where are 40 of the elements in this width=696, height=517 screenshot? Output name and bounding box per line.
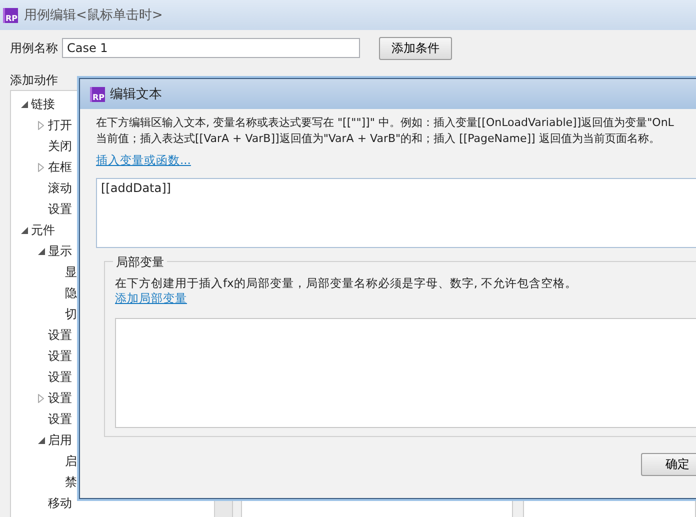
case-name-label: 用例名称 (10, 40, 58, 56)
tree-item[interactable]: 滚动 (48, 180, 72, 197)
tree-item[interactable]: 在框 (48, 159, 72, 176)
tree-item[interactable]: 设置 (48, 390, 72, 407)
tree-item[interactable]: 设置 (48, 201, 72, 218)
insert-variable-link[interactable]: 插入变量或函数... (96, 153, 191, 168)
expanded-arrow-icon[interactable] (20, 227, 28, 234)
expanded-arrow-icon[interactable] (38, 437, 44, 444)
case-name-field[interactable]: Case 1 (62, 38, 360, 58)
app-logo: RP (3, 8, 18, 22)
tree-item[interactable]: 链接 (31, 96, 55, 113)
tree-item[interactable]: 移动 (48, 495, 72, 512)
expanded-arrow-icon[interactable] (38, 248, 44, 255)
panel-title: 添加动作 (10, 73, 58, 87)
tree-item[interactable]: 禁 (65, 474, 77, 491)
tree-item[interactable]: 元件 (31, 222, 55, 239)
window-title: 用例编辑<鼠标单击时> (24, 7, 163, 24)
tree-item[interactable]: 设置 (48, 348, 72, 365)
tree-item[interactable]: 隐 (65, 285, 77, 302)
dialog-title: 编辑文本 (110, 86, 162, 103)
add-local-variable-link[interactable]: 添加局部变量 (115, 291, 187, 306)
ok-button[interactable]: 确定 (641, 453, 696, 476)
text-input-field[interactable]: [[addData]] (96, 178, 696, 248)
tree-item[interactable]: 切 (65, 306, 77, 323)
tree-item[interactable]: 显示 (48, 243, 72, 260)
tree-item[interactable]: 启 (65, 453, 77, 470)
description-text: 在下方编辑区输入文本, 变量名称或表达式要写在 "[[""]]" 中。例如：插入变量[[OnLoadVariable]]返回值为变量"OnL (96, 115, 675, 131)
tree-item[interactable]: 关闭 (48, 138, 72, 155)
expanded-arrow-icon[interactable] (20, 101, 28, 108)
group-legend: 局部变量 (113, 254, 167, 271)
tree-item[interactable]: 显 (65, 264, 77, 281)
app-logo: RP (90, 86, 105, 102)
tree-item[interactable]: 启用 (48, 432, 72, 449)
tree-item[interactable]: 设置 (48, 369, 72, 386)
local-variables-description: 在下方创建用于插入fx的局部变量，局部变量名称必须是字母、数字, 不允许包含空格。 (115, 276, 578, 291)
tree-item[interactable]: 设置 (48, 327, 72, 344)
add-condition-button[interactable]: 添加条件 (379, 36, 452, 60)
tree-item[interactable]: 打开 (48, 117, 72, 134)
tree-item[interactable]: 设置 (48, 411, 72, 428)
description-text: 当前值；插入表达式[[VarA + VarB]]返回值为"VarA + VarB"的和；插入 [[PageName]] 返回值为当前页面名称。 (96, 131, 661, 147)
